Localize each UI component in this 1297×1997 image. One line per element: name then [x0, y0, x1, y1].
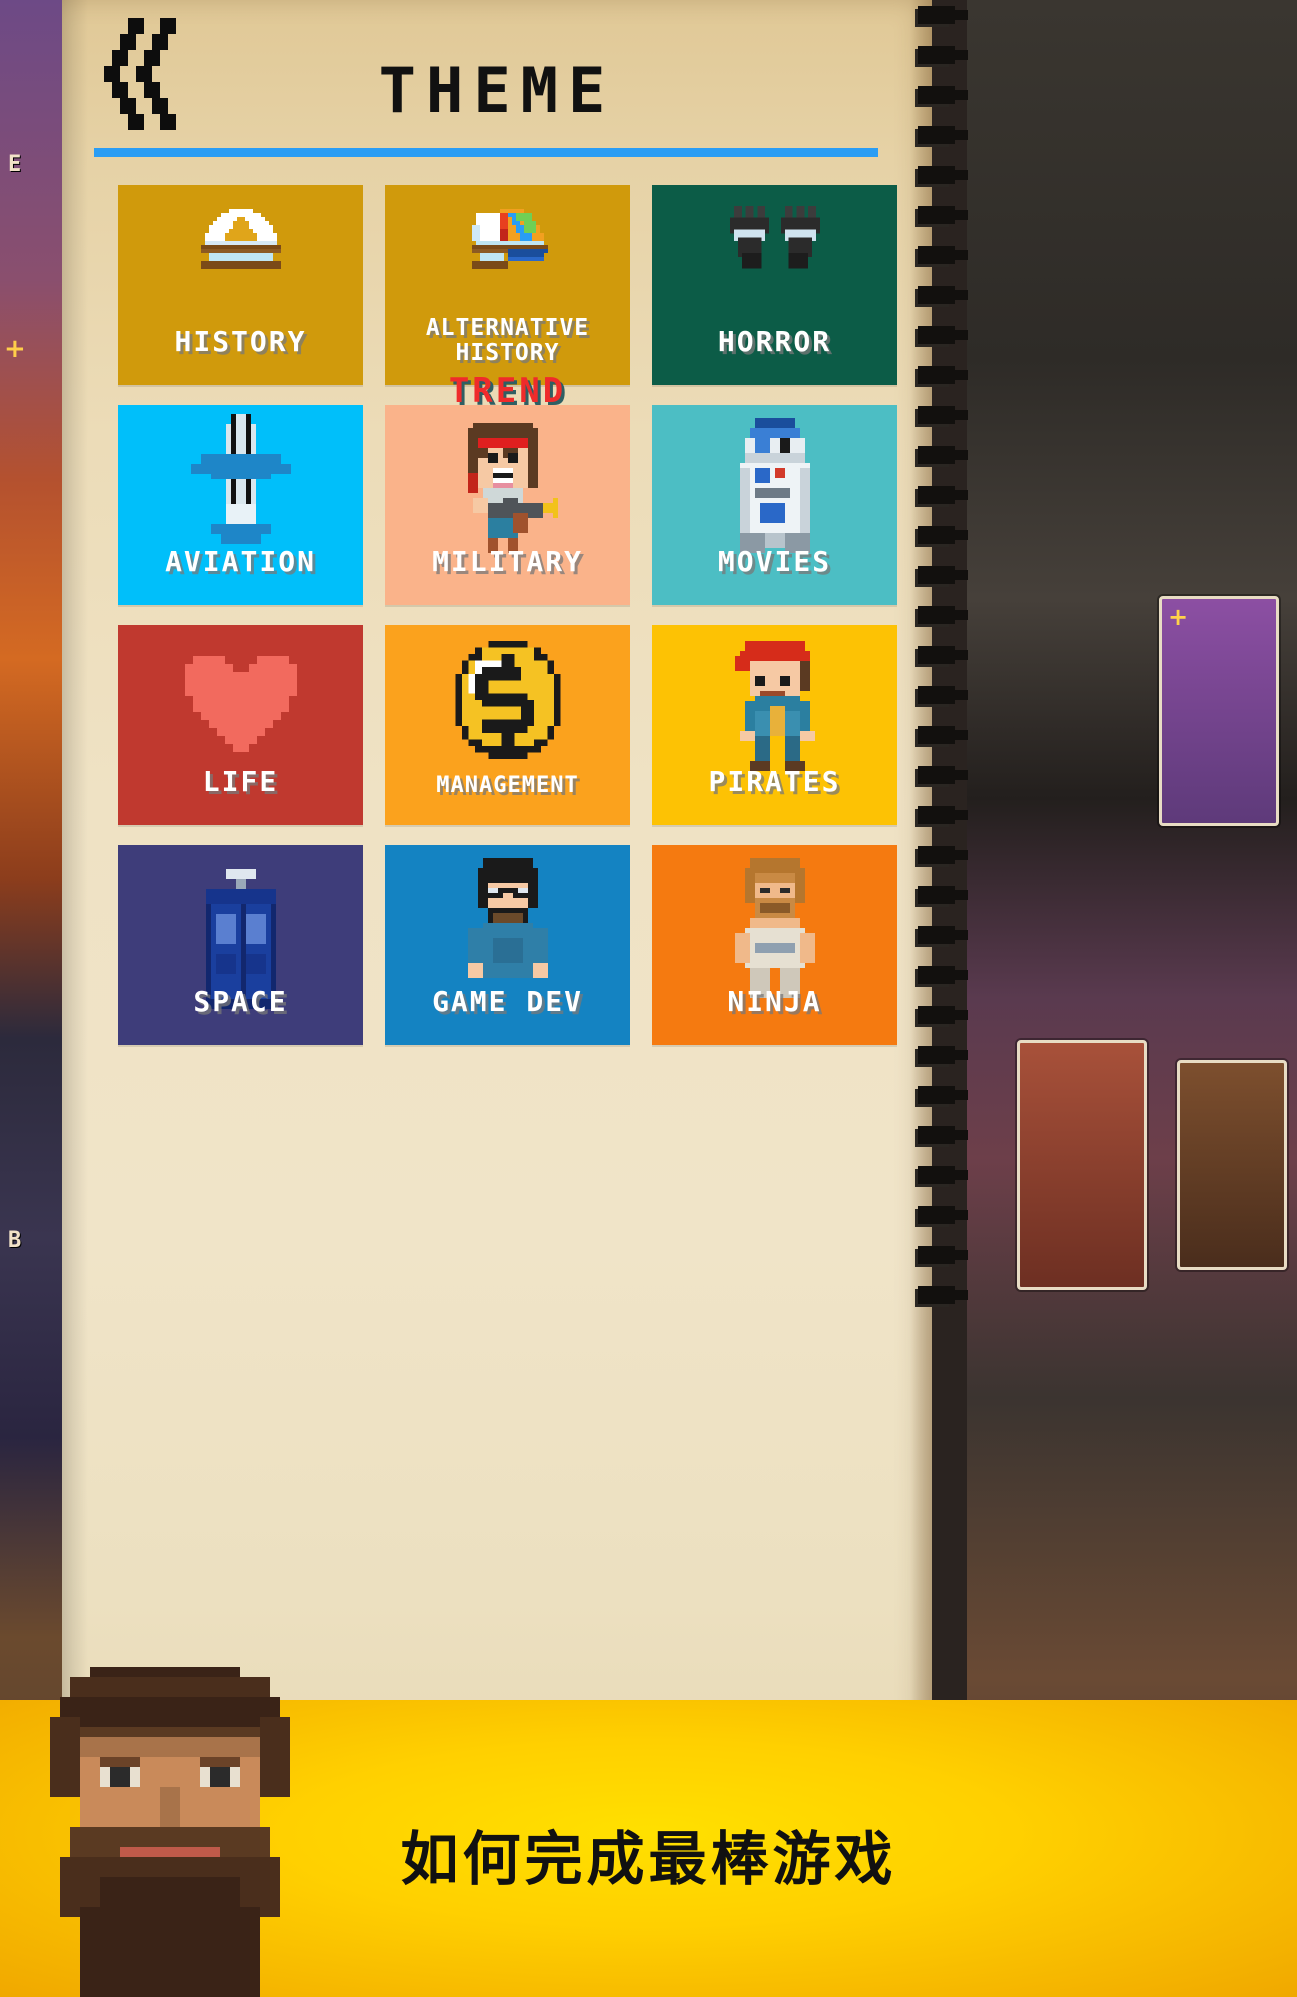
- snow-mountain-book-icon: [118, 195, 363, 303]
- theme-tile-ninja[interactable]: NINJA: [652, 845, 897, 1045]
- zombie-hands-icon: [652, 195, 897, 303]
- theme-tile-life[interactable]: LIFE: [118, 625, 363, 825]
- theme-label: HORROR: [717, 325, 832, 359]
- background-card: +: [1159, 596, 1279, 826]
- developer-character-icon: [385, 853, 630, 1003]
- page-header: THEME: [62, 0, 932, 165]
- background-label-b: B: [8, 1228, 22, 1253]
- theme-tile-game-dev[interactable]: GAME DEV: [385, 845, 630, 1045]
- theme-tile-horror[interactable]: HORROR: [652, 185, 897, 385]
- pirate-character-icon: [652, 631, 897, 781]
- background-card: [1017, 1040, 1147, 1290]
- theme-label: GAME DEV: [432, 985, 583, 1019]
- theme-label: MOVIES: [717, 545, 832, 579]
- theme-grid: HISTORY ALTERNATIVE HISTORY HORROR AVIAT…: [62, 185, 932, 1045]
- theme-tile-alternative-history[interactable]: ALTERNATIVE HISTORY: [385, 185, 630, 385]
- theme-tile-pirates[interactable]: PIRATES: [652, 625, 897, 825]
- background-scene-right: +: [967, 0, 1297, 1997]
- trend-badge: TREND: [448, 371, 567, 411]
- plus-marker: +: [4, 334, 26, 364]
- theme-label: NINJA: [727, 985, 822, 1019]
- theme-label: AVIATION: [165, 545, 316, 579]
- dollar-coin-icon: [385, 635, 630, 765]
- bearded-man-avatar: [40, 1667, 310, 1997]
- spiral-binding: [910, 0, 970, 1997]
- heart-icon: [118, 639, 363, 769]
- theme-label: SPACE: [193, 985, 288, 1019]
- theme-label: HISTORY: [174, 325, 307, 359]
- rainbow-book-icon: [385, 195, 630, 303]
- theme-tile-history[interactable]: HISTORY: [118, 185, 363, 385]
- theme-tile-movies[interactable]: MOVIES: [652, 405, 897, 605]
- title-underline: [94, 148, 878, 157]
- droid-robot-icon: [652, 413, 897, 563]
- page-title: THEME: [378, 54, 616, 127]
- ninja-character-icon: [652, 853, 897, 1003]
- background-label-e: E: [8, 152, 22, 177]
- airplane-icon: [118, 409, 363, 559]
- plus-marker: +: [1168, 603, 1189, 631]
- theme-tile-military[interactable]: TREND MILITARY: [385, 371, 630, 605]
- theme-label: ALTERNATIVE HISTORY: [425, 314, 590, 367]
- theme-label: LIFE: [202, 765, 279, 799]
- theme-label: MANAGEMENT: [436, 772, 579, 798]
- app-stage: + E B + THEME HISTORY ALTERNATIVE HISTOR…: [0, 0, 1297, 1997]
- theme-tile-space[interactable]: SPACE: [118, 845, 363, 1045]
- theme-tile-management[interactable]: MANAGEMENT: [385, 625, 630, 825]
- theme-tile-aviation[interactable]: AVIATION: [118, 405, 363, 605]
- background-card: [1177, 1060, 1287, 1270]
- theme-label: PIRATES: [708, 765, 841, 799]
- soldier-rambo-icon: [385, 413, 630, 563]
- theme-label: MILITARY: [432, 545, 583, 579]
